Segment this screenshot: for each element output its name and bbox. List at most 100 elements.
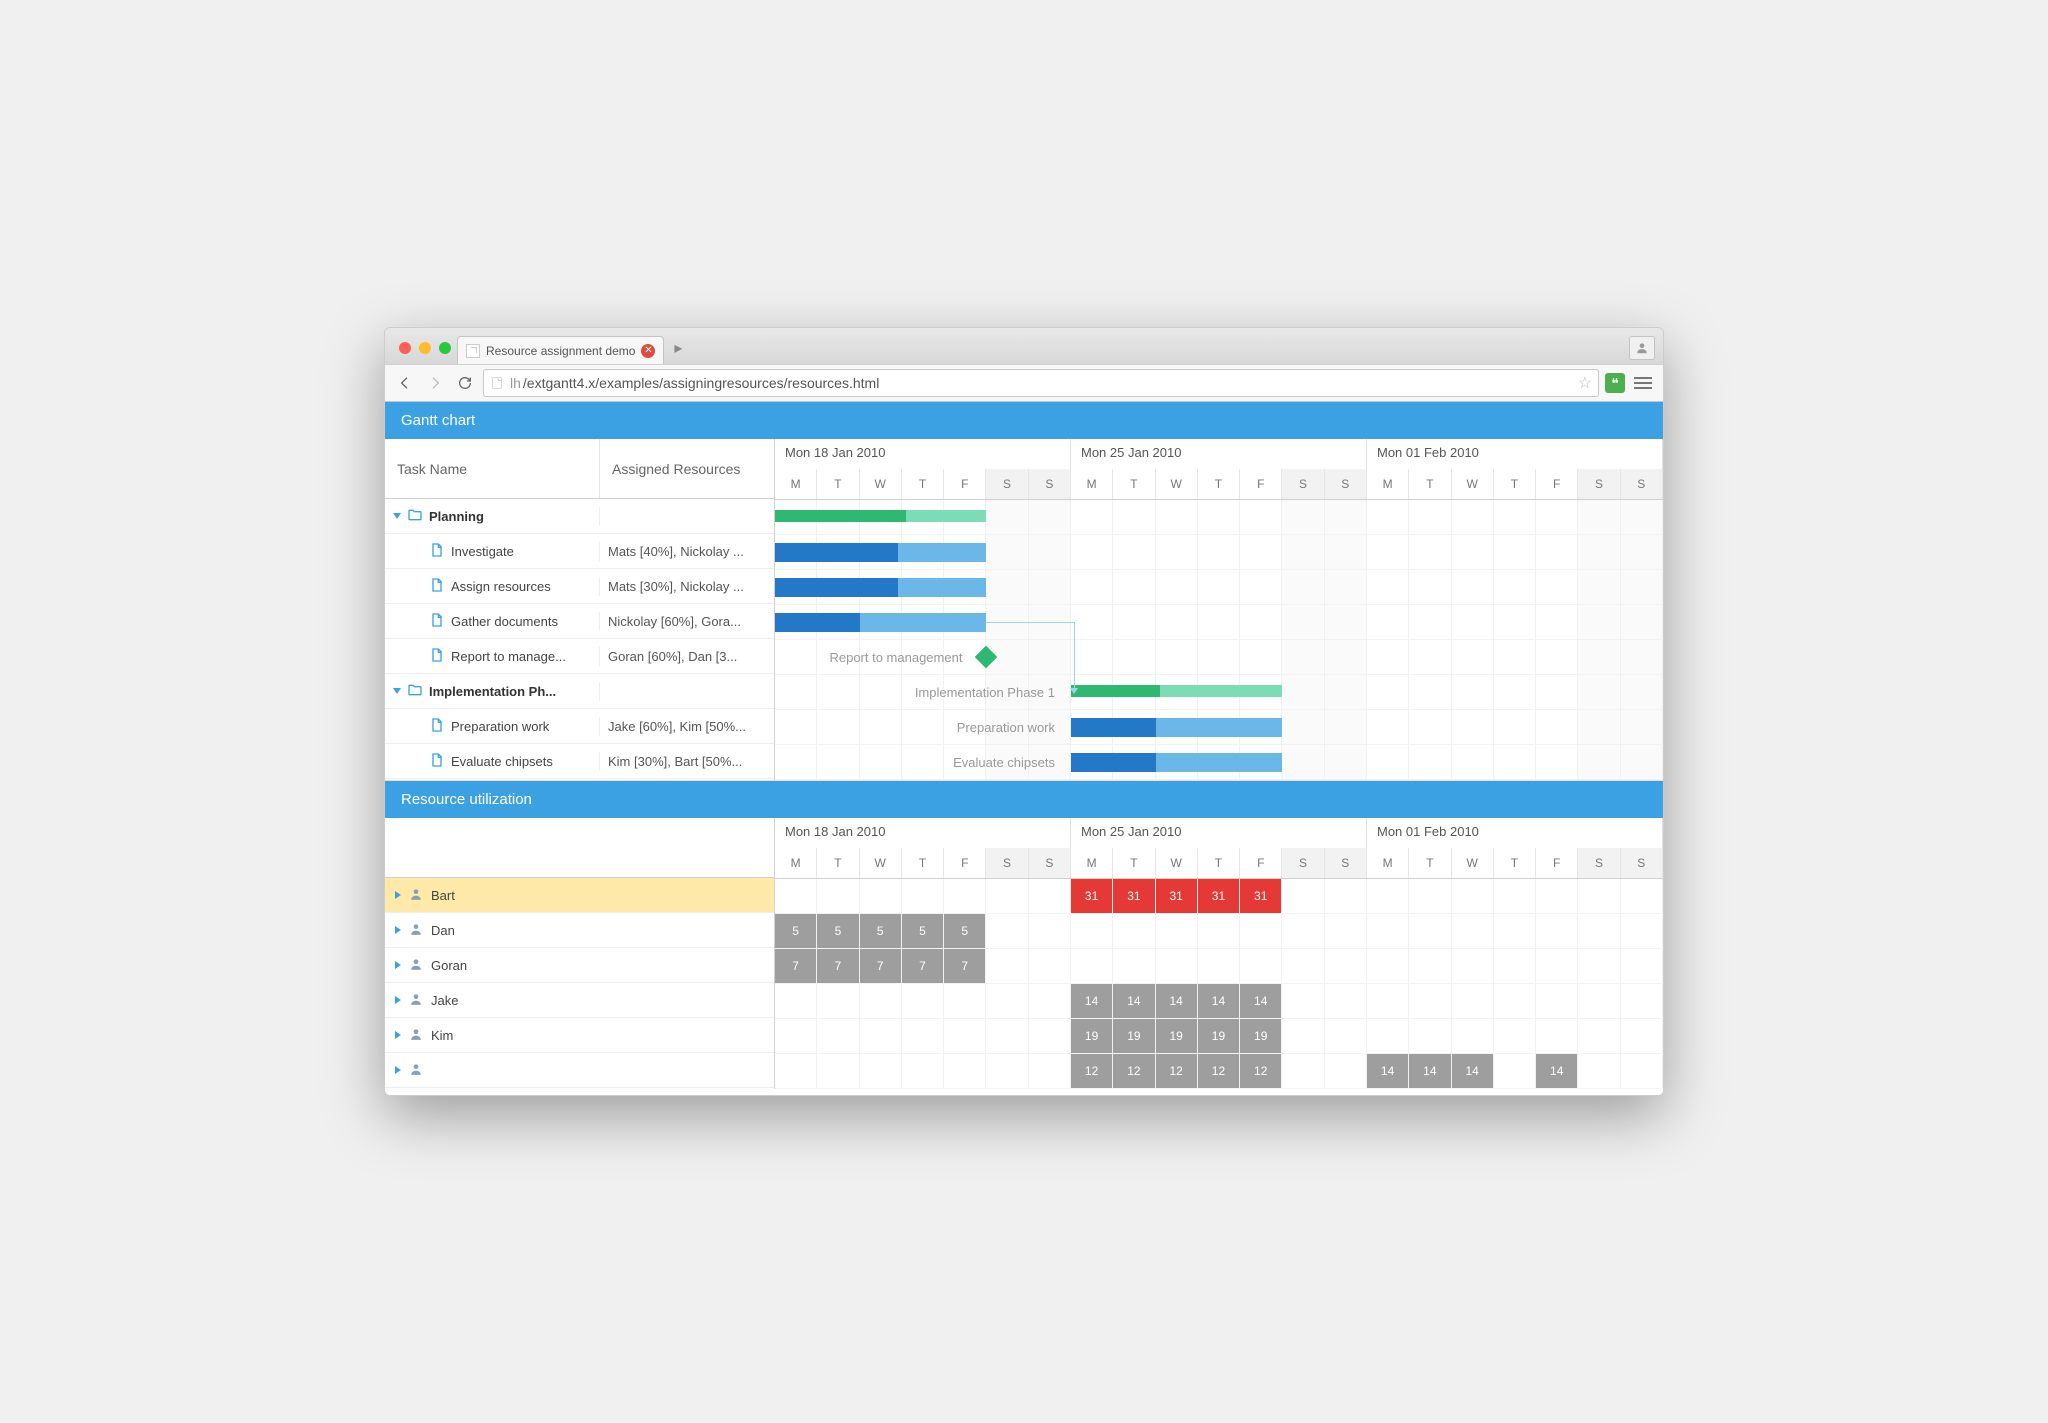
utilization-row: 77777 <box>775 949 1663 984</box>
window-controls <box>393 342 457 364</box>
utilization-cell <box>1621 1019 1663 1053</box>
expand-icon[interactable] <box>393 688 401 694</box>
expand-icon[interactable] <box>395 1066 401 1074</box>
expand-icon[interactable] <box>395 1031 401 1039</box>
progress-bar <box>775 613 860 632</box>
gantt-panel: Task Name Assigned Resources PlanningInv… <box>385 439 1663 781</box>
maximize-window-icon[interactable] <box>439 342 451 354</box>
column-assigned-resources[interactable]: Assigned Resources <box>600 439 774 498</box>
resource-row[interactable] <box>385 1053 774 1088</box>
task-resources-cell[interactable]: Goran [60%], Dan [3... <box>600 649 774 664</box>
utilization-cell <box>860 1054 902 1088</box>
utilization-cell: 19 <box>1240 1019 1282 1053</box>
timeline-day-header: T <box>817 848 859 878</box>
new-tab-button[interactable]: ▸ <box>664 338 692 364</box>
reload-button[interactable] <box>453 371 477 395</box>
back-button[interactable] <box>393 371 417 395</box>
expand-icon[interactable] <box>395 891 401 899</box>
expand-icon[interactable] <box>395 996 401 1004</box>
task-row[interactable]: Preparation workJake [60%], Kim [50%... <box>385 709 774 744</box>
task-row[interactable]: Implementation Ph... <box>385 674 774 709</box>
utilization-cell <box>1282 914 1324 948</box>
timeline-day-header: F <box>1536 469 1578 499</box>
column-task-name[interactable]: Task Name <box>385 439 600 498</box>
resource-row[interactable]: Kim <box>385 1018 774 1053</box>
browser-tab-strip: Resource assignment demo ✕ ▸ <box>385 328 1663 364</box>
task-resources-cell[interactable]: Mats [40%], Nickolay ... <box>600 544 774 559</box>
resource-row[interactable]: Dan <box>385 913 774 948</box>
task-row[interactable]: Evaluate chipsetsKim [30%], Bart [50%... <box>385 744 774 779</box>
summary-bar[interactable] <box>775 510 986 522</box>
expand-icon[interactable] <box>395 961 401 969</box>
timeline-day-header: T <box>1198 469 1240 499</box>
resource-name: Kim <box>431 1028 453 1043</box>
utilization-cell: 31 <box>1156 879 1198 913</box>
browser-account-button[interactable] <box>1629 336 1655 360</box>
task-resources-cell[interactable]: Mats [30%], Nickolay ... <box>600 579 774 594</box>
gantt-panel-header: Gantt chart <box>385 402 1663 439</box>
task-bar[interactable] <box>775 543 986 562</box>
url-path: /extgantt4.x/examples/assigningresources… <box>523 375 879 391</box>
timeline-day-header: W <box>860 848 902 878</box>
milestone-icon[interactable] <box>975 646 998 669</box>
task-row[interactable]: Investigate Mats [40%], Nickolay ... <box>385 534 774 569</box>
utilization-cell <box>986 1054 1028 1088</box>
utilization-cell <box>775 984 817 1018</box>
utilization-cell <box>775 1019 817 1053</box>
timeline-day-header: S <box>1621 469 1663 499</box>
task-bar[interactable] <box>1071 753 1282 772</box>
utilization-cell <box>817 1054 859 1088</box>
resource-row[interactable]: Bart <box>385 878 774 913</box>
task-bar[interactable] <box>1071 718 1282 737</box>
utilization-cell: 14 <box>1113 984 1155 1018</box>
utilization-cell <box>1494 949 1536 983</box>
utilization-cell <box>1029 1019 1071 1053</box>
timeline-week-header: Mon 25 Jan 2010 <box>1071 818 1367 848</box>
file-icon <box>429 542 445 561</box>
utilization-row: 1414141414 <box>775 984 1663 1019</box>
resource-row[interactable]: Jake <box>385 983 774 1018</box>
expand-icon[interactable] <box>395 926 401 934</box>
task-resources-cell[interactable]: Nickolay [60%], Gora... <box>600 614 774 629</box>
extension-icon[interactable]: ❝ <box>1605 373 1625 393</box>
timeline-body[interactable]: Report to managementImplementation Phase… <box>775 500 1663 780</box>
task-row[interactable]: Planning <box>385 499 774 534</box>
menu-button[interactable] <box>1631 371 1655 395</box>
utilization-cell <box>1029 984 1071 1018</box>
task-bar[interactable] <box>775 613 986 632</box>
person-icon <box>409 887 423 904</box>
dependency-line <box>1074 622 1075 688</box>
utilization-cell <box>1071 949 1113 983</box>
task-name: Investigate <box>451 544 514 559</box>
timeline-day-header: M <box>775 848 817 878</box>
forward-button[interactable] <box>423 371 447 395</box>
task-bar[interactable] <box>775 578 986 597</box>
gantt-timeline[interactable]: Mon 18 Jan 2010Mon 25 Jan 2010Mon 01 Feb… <box>775 439 1663 780</box>
summary-bar[interactable] <box>1071 685 1282 697</box>
util-timeline[interactable]: Mon 18 Jan 2010Mon 25 Jan 2010Mon 01 Feb… <box>775 818 1663 1089</box>
utilization-cell <box>817 879 859 913</box>
resource-row[interactable]: Goran <box>385 948 774 983</box>
file-icon <box>429 752 445 771</box>
address-bar[interactable]: lh /extgantt4.x/examples/assigningresour… <box>483 369 1599 397</box>
resource-name: Dan <box>431 923 455 938</box>
tab-title: Resource assignment demo <box>486 344 635 358</box>
close-window-icon[interactable] <box>399 342 411 354</box>
utilization-cell <box>1578 984 1620 1018</box>
timeline-week-header: Mon 18 Jan 2010 <box>775 439 1071 469</box>
tab-close-icon[interactable]: ✕ <box>641 344 655 358</box>
gantt-row: Evaluate chipsets <box>775 745 1663 780</box>
bookmark-icon[interactable]: ☆ <box>1578 373 1592 393</box>
task-row[interactable]: Report to manage...Goran [60%], Dan [3..… <box>385 639 774 674</box>
timeline-day-header: W <box>1156 848 1198 878</box>
utilization-cell: 14 <box>1156 984 1198 1018</box>
utilization-cell <box>1409 1019 1451 1053</box>
minimize-window-icon[interactable] <box>419 342 431 354</box>
task-resources-cell[interactable]: Kim [30%], Bart [50%... <box>600 754 774 769</box>
task-row[interactable]: Gather documentsNickolay [60%], Gora... <box>385 604 774 639</box>
browser-tab[interactable]: Resource assignment demo ✕ <box>457 336 664 364</box>
expand-icon[interactable] <box>393 513 401 519</box>
utilization-cell <box>1621 914 1663 948</box>
task-row[interactable]: Assign resourcesMats [30%], Nickolay ... <box>385 569 774 604</box>
task-resources-cell[interactable]: Jake [60%], Kim [50%... <box>600 719 774 734</box>
